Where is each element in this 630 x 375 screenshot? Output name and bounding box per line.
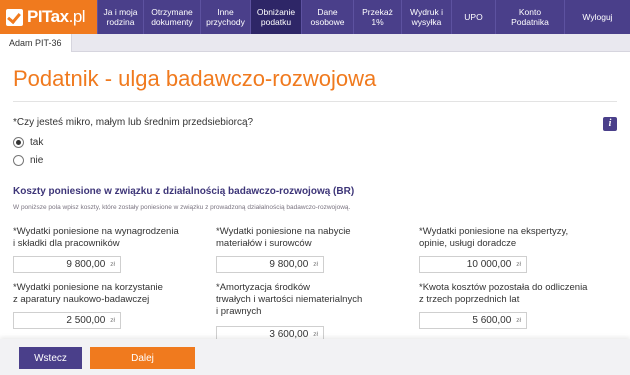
amount-input-koszty-poprzednie-lata[interactable]: 5 600,00 zł: [419, 312, 527, 329]
radio-button-checked[interactable]: [13, 137, 24, 148]
field-wynagrodzenia: *Wydatki poniesione na wynagrodzenia i sk…: [13, 226, 213, 250]
bottom-action-bar: Wstecz Dalej: [0, 339, 630, 375]
nav-wyloguj[interactable]: Wyloguj: [564, 0, 630, 34]
page-title: Podatnik - ulga badawczo-rozwojowa: [13, 66, 377, 91]
info-icon[interactable]: i: [603, 117, 617, 131]
nav-inne-przychody[interactable]: Inne przychody: [200, 0, 250, 34]
nav-konto-podatnika[interactable]: Konto Podatnika: [495, 0, 564, 34]
amount-input-ekspertyzy[interactable]: 10 000,00 zł: [419, 256, 527, 273]
amount-input-wynagrodzenia[interactable]: 9 800,00 zł: [13, 256, 121, 273]
nav-ja-i-moja-rodzina[interactable]: Ja i moja rodzina: [97, 0, 143, 34]
radio-option-nie[interactable]: nie: [13, 155, 43, 166]
radio-label: tak: [30, 137, 44, 148]
field-koszty-poprzednie-lata: *Kwota kosztów pozostała do odliczenia z …: [419, 282, 624, 306]
top-navigation: PITax.pl Ja i moja rodzina Otrzymane dok…: [0, 0, 630, 34]
nav-obnizanie-podatku[interactable]: Obniżanie podatku: [250, 0, 301, 34]
divider: [13, 101, 617, 102]
field-amortyzacja: *Amortyzacja środków trwałych i wartości …: [216, 282, 416, 318]
field-label: *Wydatki poniesione na ekspertyzy, opinie…: [419, 226, 569, 249]
radio-option-tak[interactable]: tak: [13, 137, 43, 148]
field-label: *Amortyzacja środków trwałych i wartości …: [216, 282, 363, 317]
section-description: W poniższe pola wpisz koszty, które zost…: [13, 204, 351, 211]
amount-input-materialy[interactable]: 9 800,00 zł: [216, 256, 324, 273]
field-label: *Wydatki poniesione na korzystanie z apar…: [13, 282, 163, 305]
radio-label: nie: [30, 155, 44, 166]
field-materialy: *Wydatki poniesione na nabycie materiałów…: [216, 226, 416, 250]
tab-adam-pit-36[interactable]: Adam PIT-36: [0, 34, 72, 52]
field-label: *Wydatki poniesione na nabycie materiałów…: [216, 226, 351, 249]
nav-wydruk-i-wysylka[interactable]: Wydruk i wysyłka: [401, 0, 451, 34]
person-tab-bar: Adam PIT-36: [0, 34, 630, 52]
amount-input-aparatura[interactable]: 2 500,00 zł: [13, 312, 121, 329]
field-aparatura: *Wydatki poniesione na korzystanie z apar…: [13, 282, 213, 306]
next-button[interactable]: Dalej: [90, 347, 195, 369]
logo-text: PITax.pl: [27, 7, 86, 26]
nav-przekaz-1-procent[interactable]: Przekaż 1%: [353, 0, 401, 34]
section-title: Koszty poniesione w związku z działalnoś…: [13, 186, 355, 197]
back-button[interactable]: Wstecz: [19, 347, 82, 369]
nav-dane-osobowe[interactable]: Dane osobowe: [301, 0, 353, 34]
nav-otrzymane-dokumenty[interactable]: Otrzymane dokumenty: [143, 0, 200, 34]
field-label: *Wydatki poniesione na wynagrodzenia i sk…: [13, 226, 179, 249]
field-label: *Kwota kosztów pozostała do odliczenia z …: [419, 282, 588, 305]
sme-question: *Czy jesteś mikro, małym lub średnim prz…: [13, 117, 254, 128]
radio-button[interactable]: [13, 155, 24, 166]
pitax-logo[interactable]: PITax.pl: [0, 0, 97, 34]
checkmark-logo-icon: [6, 8, 23, 26]
nav-upo[interactable]: UPO: [451, 0, 495, 34]
field-ekspertyzy: *Wydatki poniesione na ekspertyzy, opinie…: [419, 226, 624, 250]
